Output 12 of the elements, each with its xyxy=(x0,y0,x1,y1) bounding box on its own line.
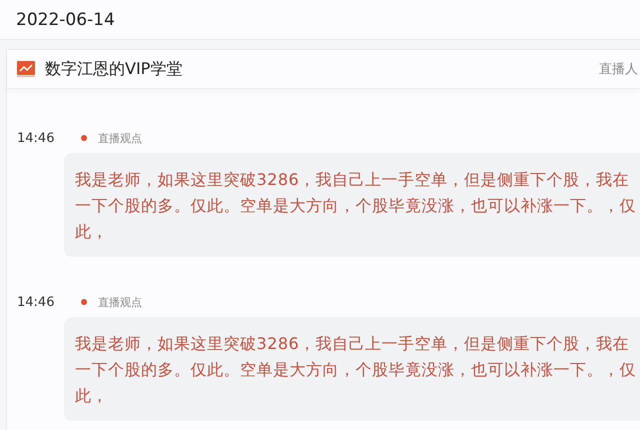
message-text: 我是老师，如果这里突破3286，我自己上一手空单，但是侧重下个股，我在 一下个股的多。仅此。空单是大方向，个股毕竟没涨，也可以补涨一下。，仅 此， xyxy=(75,333,637,407)
message-text: 我是老师，如果这里突破3286，我自己上一手空单，但是侧重下个股，我在 一下个股的多。仅此。空单是大方向，个股毕竟没涨，也可以补涨一下。，仅 此， xyxy=(75,169,637,243)
post-tag: 直播观点 xyxy=(98,294,142,310)
host-label: 直播人 xyxy=(599,61,638,78)
channel-name: 数字江恩的VIP学堂 xyxy=(45,58,182,80)
date: 2022-06-14 xyxy=(16,10,115,30)
chart-icon xyxy=(17,61,35,77)
timeline-dot xyxy=(81,135,87,141)
timeline-dot xyxy=(81,299,87,305)
post-time: 14:46 xyxy=(16,130,56,146)
post-time: 14:46 xyxy=(16,294,56,310)
post-tag: 直播观点 xyxy=(98,130,142,146)
